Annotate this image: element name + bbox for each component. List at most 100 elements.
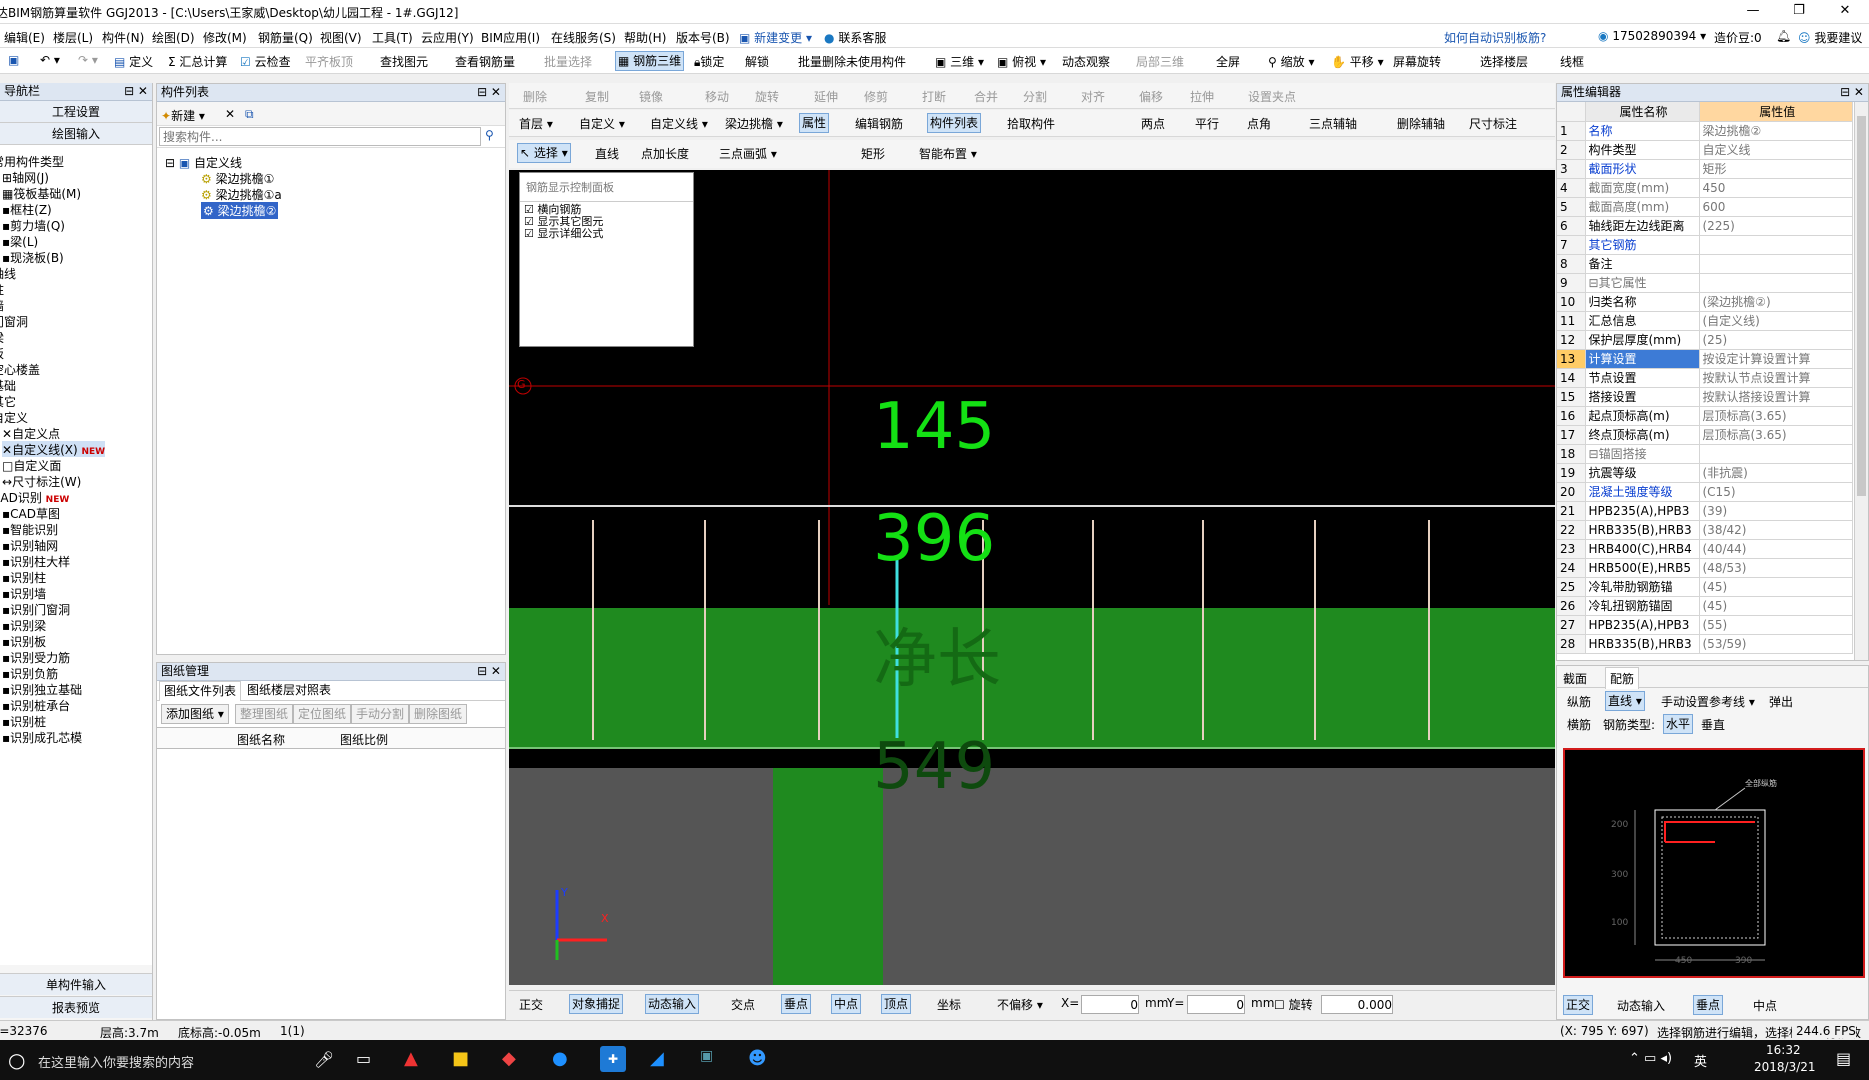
prop-value[interactable]: (25) bbox=[1699, 330, 1853, 350]
menu-rebar[interactable]: 钢筋量(Q) bbox=[258, 29, 313, 46]
nav-item[interactable]: 空心楼盖 bbox=[0, 361, 40, 377]
two-point-button[interactable]: 两点 bbox=[1141, 115, 1165, 132]
drawing-canvas[interactable]: G 145 396 549 净长 Y X 钢筋显示控制面板 ☑ 横向钢筋 ☑ 显… bbox=[509, 170, 1555, 985]
prop-value[interactable]: (38/42) bbox=[1699, 520, 1853, 540]
dimension-button[interactable]: 尺寸标注 bbox=[1469, 115, 1517, 132]
point-length-tool[interactable]: 点加长度 bbox=[641, 145, 689, 162]
clock-time[interactable]: 16:32 bbox=[1766, 1043, 1801, 1057]
report-preview-tab[interactable]: 报表预览 bbox=[0, 996, 152, 1018]
menu-cloud[interactable]: 云应用(Y) bbox=[421, 29, 474, 46]
longitudinal-label[interactable]: 纵筋 bbox=[1567, 693, 1591, 710]
cloud-check-button[interactable]: ☑ 云检查 bbox=[240, 53, 291, 70]
pan-button[interactable]: ✋ 平移 ▾ bbox=[1331, 53, 1384, 70]
nav-item[interactable]: ⊞轴网(J) bbox=[2, 169, 49, 185]
rebar-3d-button[interactable]: ▦ 钢筋三维 bbox=[615, 51, 685, 71]
midpoint-snap[interactable]: 中点 bbox=[831, 994, 862, 1014]
menu-edit[interactable]: 编辑(E) bbox=[4, 29, 45, 46]
maximize-button[interactable]: ❐ bbox=[1776, 0, 1822, 24]
arc-tool[interactable]: 三点画弧 ▾ bbox=[719, 145, 777, 162]
section-ortho-toggle[interactable]: 正交 bbox=[1563, 995, 1594, 1015]
batch-select-button[interactable]: 批量选择 bbox=[544, 53, 592, 70]
horizontal-button[interactable]: 水平 bbox=[1663, 714, 1694, 734]
prop-value[interactable]: (39) bbox=[1699, 501, 1853, 521]
prop-group[interactable]: ⊟其它属性 bbox=[1585, 273, 1700, 293]
ortho-toggle[interactable]: 正交 bbox=[519, 996, 543, 1013]
nav-item[interactable]: ▪梁(L) bbox=[2, 233, 38, 249]
tab-floor-mapping[interactable]: 图纸楼层对照表 bbox=[243, 681, 335, 701]
folder-icon[interactable]: ■ bbox=[452, 1048, 469, 1069]
manual-split-button[interactable]: 手动分割 bbox=[351, 704, 410, 724]
menu-help[interactable]: 帮助(H) bbox=[624, 29, 666, 46]
section-preview[interactable]: 全部纵筋 200 300 100 450 390 bbox=[1563, 748, 1865, 978]
prop-value[interactable]: (53/59) bbox=[1699, 634, 1853, 654]
tab-drawing-files[interactable]: 图纸文件列表 bbox=[159, 681, 242, 701]
fullscreen-button[interactable]: 全屏 bbox=[1216, 53, 1240, 70]
property-scrollbar[interactable] bbox=[1854, 102, 1868, 660]
taskbar-search[interactable]: 在这里输入你要搜索的内容 bbox=[38, 1052, 194, 1071]
move-tool[interactable]: 移动 bbox=[705, 88, 729, 105]
menu-view[interactable]: 视图(V) bbox=[320, 29, 362, 46]
tray-icons[interactable]: ⌃ ▭ ◂︎) bbox=[1629, 1051, 1672, 1066]
wireframe-button[interactable]: 线框 bbox=[1560, 53, 1584, 70]
nav-item[interactable]: 梁 bbox=[0, 329, 4, 345]
save-icon[interactable]: ▣ bbox=[8, 53, 19, 67]
prop-value[interactable]: (225) bbox=[1699, 216, 1853, 236]
minimize-button[interactable]: — bbox=[1730, 0, 1776, 24]
prop-value[interactable]: 按默认搭接设置计算 bbox=[1699, 387, 1853, 407]
start-circle-icon[interactable]: ○ bbox=[8, 1048, 25, 1072]
prop-value[interactable]: 矩形 bbox=[1699, 159, 1853, 179]
menu-bim[interactable]: BIM应用(I) bbox=[481, 29, 540, 46]
component-select[interactable]: 梁边挑檐 ▾ bbox=[725, 115, 783, 132]
suggest-link[interactable]: ☺ 我要建议 bbox=[1798, 29, 1862, 46]
lock-button[interactable]: 🔒︎锁定 bbox=[694, 53, 724, 70]
ime-indicator[interactable]: 英 bbox=[1694, 1051, 1707, 1070]
prop-value[interactable]: (自定义线) bbox=[1699, 311, 1853, 331]
x-coord-input[interactable] bbox=[1081, 995, 1139, 1014]
stretch-tool[interactable]: 拉伸 bbox=[1190, 88, 1214, 105]
split-tool[interactable]: 分割 bbox=[1023, 88, 1047, 105]
trim-tool[interactable]: 修剪 bbox=[864, 88, 888, 105]
nav-item-custom-line[interactable]: ✕自定义线(X) NEW bbox=[2, 441, 106, 457]
rect-tool[interactable]: 矩形 bbox=[861, 145, 885, 162]
menu-contact[interactable]: ● 联系客服 bbox=[824, 29, 886, 46]
prop-value[interactable]: (55) bbox=[1699, 615, 1853, 635]
unlock-button[interactable]: 解锁 bbox=[745, 53, 769, 70]
nav-item[interactable]: ▪现浇板(B) bbox=[2, 249, 64, 265]
perpendicular-snap[interactable]: 垂点 bbox=[781, 994, 812, 1014]
subtype-select[interactable]: 自定义线 ▾ bbox=[650, 115, 708, 132]
browser-icon[interactable]: ● bbox=[552, 1048, 568, 1069]
popup-button[interactable]: 弹出 bbox=[1769, 693, 1793, 710]
offset-tool[interactable]: 偏移 bbox=[1139, 88, 1163, 105]
bell-icon[interactable]: 🔔︎ bbox=[1776, 29, 1791, 43]
delete-icon[interactable]: ✕ bbox=[225, 107, 235, 121]
menu-modify[interactable]: 修改(M) bbox=[203, 29, 247, 46]
app-icon[interactable]: ▣ bbox=[700, 1048, 713, 1064]
rotate-angle-input[interactable] bbox=[1321, 995, 1393, 1014]
close-button[interactable]: ✕ bbox=[1822, 0, 1868, 24]
break-tool[interactable]: 打断 bbox=[922, 88, 946, 105]
nav-item[interactable]: 自定义 bbox=[0, 409, 28, 425]
prop-value[interactable]: 按设定计算设置计算 bbox=[1699, 349, 1853, 369]
type-select[interactable]: 自定义 ▾ bbox=[579, 115, 625, 132]
transverse-label[interactable]: 横筋 bbox=[1567, 716, 1591, 733]
vertex-snap[interactable]: 顶点 bbox=[881, 994, 912, 1014]
nav-item[interactable]: 墙 bbox=[0, 297, 4, 313]
app-icon-active[interactable]: ✚ bbox=[600, 1046, 626, 1072]
nav-item[interactable]: ▪识别柱大样 bbox=[2, 553, 70, 569]
microphone-icon[interactable]: 🎤︎ bbox=[314, 1050, 334, 1069]
tree-root[interactable]: ⊟ ▣ 自定义线 bbox=[165, 154, 242, 171]
offset-select[interactable]: 不偏移 ▾ bbox=[997, 996, 1043, 1013]
nav-item[interactable]: ▪剪力墙(Q) bbox=[2, 217, 65, 233]
prop-value[interactable]: (梁边挑檐②) bbox=[1699, 292, 1853, 312]
prop-value[interactable]: (非抗震) bbox=[1699, 463, 1853, 483]
nav-item[interactable]: ▪识别墙 bbox=[2, 585, 46, 601]
mirror-tool[interactable]: 镜像 bbox=[639, 88, 663, 105]
properties-button[interactable]: 属性 bbox=[799, 113, 830, 133]
nav-item[interactable]: ▦筏板基础(M) bbox=[2, 185, 81, 201]
nav-item[interactable]: ▪识别负筋 bbox=[2, 665, 58, 681]
section-dynamic-input[interactable]: 动态输入 bbox=[1617, 997, 1665, 1014]
component-list-button[interactable]: 构件列表 bbox=[927, 113, 982, 133]
notification-icon[interactable]: ▤ bbox=[1836, 1049, 1851, 1068]
menu-floor[interactable]: 楼层(L) bbox=[53, 29, 93, 46]
nav-item[interactable]: ▪识别受力筋 bbox=[2, 649, 70, 665]
